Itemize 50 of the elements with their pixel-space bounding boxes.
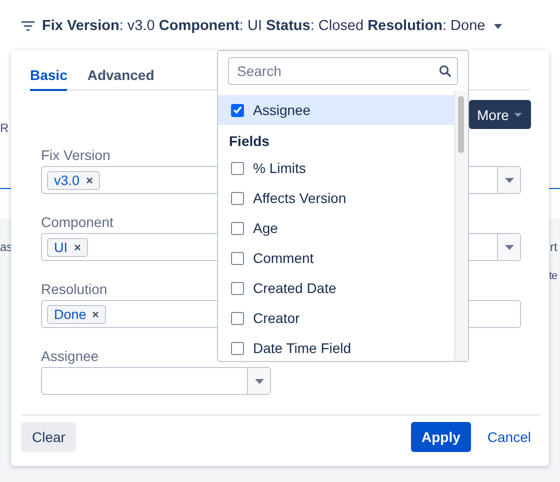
group-heading: Fields (228, 132, 270, 150)
tag: v3.0 (47, 170, 100, 190)
checkbox[interactable] (231, 162, 244, 174)
more-button[interactable]: More (469, 100, 531, 129)
checkbox[interactable] (231, 104, 244, 116)
filter-icon[interactable] (21, 20, 35, 32)
field-option[interactable]: Age (218, 213, 455, 243)
tab[interactable]: Advanced (87, 65, 154, 91)
scrollbar[interactable] (454, 91, 468, 361)
field-label: Resolution (41, 281, 108, 297)
caret-icon (504, 178, 514, 182)
clear-button[interactable]: Clear (21, 422, 76, 452)
tab[interactable]: Basic (30, 65, 68, 91)
dropdown-button[interactable] (497, 234, 520, 260)
remove-icon[interactable] (86, 176, 93, 184)
background-text: te (549, 270, 558, 282)
field-option[interactable]: Assignee (218, 95, 455, 125)
tag: Done (47, 304, 106, 324)
field-option[interactable]: Comment (218, 243, 455, 273)
select-field[interactable] (41, 367, 271, 395)
dropdown-button[interactable] (247, 368, 270, 394)
field-option[interactable]: Created Date (218, 273, 455, 303)
filter-summary[interactable]: Fix Version: v3.0 Component: UI Status: Closed Resolution: Done (42, 18, 486, 34)
caret-icon (514, 112, 522, 116)
checkbox[interactable] (231, 282, 244, 294)
background-text: R (0, 121, 9, 135)
caret-icon[interactable] (494, 24, 502, 28)
field-option[interactable]: Date Time Field (218, 333, 455, 361)
caret-icon (254, 378, 264, 384)
apply-button[interactable]: Apply (410, 422, 472, 452)
checkbox[interactable] (231, 342, 244, 354)
search-field[interactable]: Search (228, 57, 458, 85)
dropdown-button[interactable] (497, 167, 520, 193)
background-text: rt (550, 240, 558, 254)
checkbox[interactable] (231, 252, 244, 264)
checkbox[interactable] (231, 192, 244, 204)
caret-icon (504, 244, 514, 250)
field-label: Fix Version (41, 147, 110, 163)
checkbox[interactable] (231, 312, 244, 324)
remove-icon[interactable] (74, 244, 80, 250)
remove-icon[interactable] (92, 310, 100, 318)
field-option[interactable]: % Limits (218, 153, 455, 183)
field-option[interactable]: Creator (218, 303, 455, 333)
cancel-link[interactable]: Cancel (477, 429, 541, 445)
tag: UI (47, 238, 88, 256)
search-icon (439, 65, 451, 77)
checkbox[interactable] (231, 222, 244, 234)
field-option[interactable]: Affects Version (218, 183, 455, 213)
field-label: Assignee (41, 348, 99, 364)
field-label: Component (41, 214, 114, 230)
